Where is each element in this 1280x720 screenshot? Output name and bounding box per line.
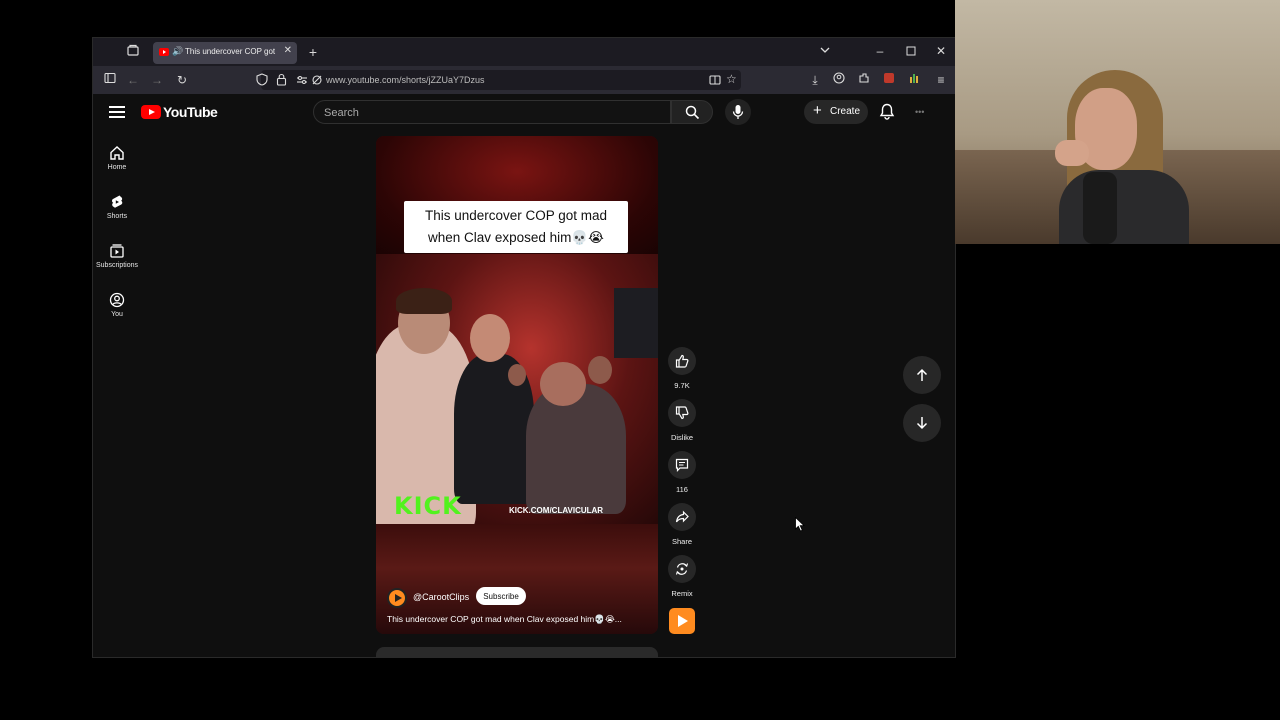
thumbs-down-icon bbox=[675, 406, 689, 420]
reload-icon[interactable]: ↻ bbox=[174, 72, 190, 88]
share-icon bbox=[675, 510, 689, 523]
arrow-down-icon bbox=[916, 417, 928, 430]
webcam-overlay bbox=[955, 0, 1280, 244]
next-short-preview[interactable] bbox=[376, 647, 658, 657]
like-button[interactable]: 9.7K bbox=[667, 347, 697, 390]
list-tabs-icon[interactable] bbox=[817, 44, 833, 60]
minimize-icon[interactable]: – bbox=[872, 43, 888, 59]
guide-menu-button[interactable] bbox=[109, 104, 125, 120]
home-icon bbox=[110, 146, 124, 160]
app-menu-icon[interactable]: ≡ bbox=[933, 72, 949, 88]
thumbs-up-icon bbox=[675, 354, 689, 368]
sidebar-item-shorts[interactable]: Shorts bbox=[93, 194, 141, 220]
webcam-person-body bbox=[1059, 170, 1189, 244]
new-tab-icon[interactable]: + bbox=[305, 44, 321, 60]
notifications-button[interactable] bbox=[879, 103, 895, 125]
browser-window: 🔊 This undercover COP got m ✕ + – ✕ ← → … bbox=[92, 37, 956, 658]
downloads-icon[interactable]: ⤓ bbox=[807, 72, 823, 88]
search-input[interactable] bbox=[324, 105, 654, 121]
youtube-page: YouTube + Create ••• Home Shorts bbox=[93, 94, 955, 657]
video-backdrop-sign bbox=[614, 288, 658, 358]
voice-search-button[interactable] bbox=[725, 99, 751, 125]
navigation-toolbar: ← → ↻ www.youtube.com/shorts/jZZUaY7Dzus… bbox=[93, 66, 955, 94]
video-person-head bbox=[588, 356, 612, 384]
tab-youtube-short[interactable]: 🔊 This undercover COP got m ✕ bbox=[153, 42, 297, 64]
channel-avatar[interactable] bbox=[387, 588, 407, 608]
video-person-head bbox=[508, 364, 526, 386]
address-bar[interactable]: www.youtube.com/shorts/jZZUaY7Dzus ☆ bbox=[256, 70, 741, 91]
video-person-head bbox=[540, 362, 586, 406]
shorts-video-player[interactable]: This undercover COP got mad when Clav ex… bbox=[376, 136, 658, 634]
reader-view-icon[interactable] bbox=[709, 73, 721, 91]
plus-icon: + bbox=[813, 102, 822, 119]
dislike-label: Dislike bbox=[670, 433, 694, 442]
previous-short-button[interactable] bbox=[903, 356, 941, 394]
video-person-head bbox=[470, 314, 510, 362]
kick-watermark: KICK bbox=[394, 492, 462, 520]
video-frame: KICK KICK.COM/CLAVICULAR bbox=[376, 254, 658, 524]
extension-bars-icon[interactable] bbox=[906, 72, 922, 88]
video-caption-overlay: This undercover COP got mad when Clav ex… bbox=[404, 201, 628, 253]
arrow-up-icon bbox=[916, 368, 928, 381]
permissions-icon[interactable] bbox=[296, 73, 308, 91]
short-title-text[interactable]: This undercover COP got mad when Clav ex… bbox=[387, 614, 647, 625]
microphone-icon bbox=[732, 105, 744, 119]
kick-url-watermark: KICK.COM/CLAVICULAR bbox=[509, 506, 604, 515]
share-button[interactable]: Share bbox=[667, 503, 697, 546]
subscriptions-icon bbox=[110, 244, 124, 258]
extensions-icon[interactable] bbox=[856, 72, 872, 88]
tab-manager-icon[interactable] bbox=[125, 44, 141, 60]
tab-title: This undercover COP got m bbox=[185, 47, 277, 56]
maximize-icon[interactable] bbox=[903, 44, 919, 60]
webcam-person-hand bbox=[1055, 140, 1089, 166]
comment-icon bbox=[675, 458, 689, 472]
tab-close-icon[interactable]: ✕ bbox=[284, 45, 292, 56]
comment-count: 116 bbox=[676, 485, 688, 494]
like-count: 9.7K bbox=[674, 381, 690, 390]
sidebar-item-subscriptions[interactable]: Subscriptions bbox=[93, 243, 141, 269]
create-button[interactable]: + Create bbox=[804, 100, 868, 124]
channel-name-link[interactable]: @CarootClips bbox=[413, 592, 469, 602]
sound-thumbnail[interactable] bbox=[669, 608, 695, 634]
you-icon bbox=[109, 292, 125, 308]
window-close-icon[interactable]: ✕ bbox=[933, 43, 949, 59]
share-label: Share bbox=[671, 537, 692, 546]
lock-icon[interactable] bbox=[276, 73, 287, 91]
subscribe-button[interactable]: Subscribe bbox=[476, 587, 526, 605]
dislike-button[interactable]: Dislike bbox=[667, 399, 697, 442]
extension-red-icon[interactable] bbox=[881, 72, 897, 88]
youtube-favicon-icon bbox=[159, 48, 169, 56]
back-icon[interactable]: ← bbox=[125, 72, 141, 88]
shield-icon[interactable] bbox=[256, 73, 268, 91]
webcam-microphone bbox=[1083, 172, 1117, 244]
url-text: www.youtube.com/shorts/jZZUaY7Dzus bbox=[326, 75, 485, 85]
search-box bbox=[313, 100, 671, 124]
youtube-play-icon bbox=[141, 105, 161, 119]
account-icon[interactable] bbox=[831, 72, 847, 88]
tab-bar: 🔊 This undercover COP got m ✕ + – ✕ bbox=[93, 38, 955, 66]
forward-icon[interactable]: → bbox=[149, 72, 165, 88]
video-person bbox=[526, 384, 626, 514]
remix-icon bbox=[675, 563, 689, 575]
video-person-hair bbox=[396, 288, 452, 314]
tracking-protection-icon[interactable] bbox=[311, 73, 323, 91]
sidebar-item-home[interactable]: Home bbox=[93, 145, 141, 171]
remix-label: Remix bbox=[671, 589, 693, 598]
speaker-icon[interactable]: 🔊 bbox=[172, 46, 183, 57]
sidebar-toggle-icon[interactable] bbox=[102, 72, 118, 88]
bell-icon bbox=[879, 103, 895, 120]
sidebar-item-you[interactable]: You bbox=[93, 292, 141, 318]
comments-button[interactable]: 116 bbox=[667, 451, 697, 494]
bookmark-star-icon[interactable]: ☆ bbox=[726, 72, 737, 86]
next-short-button[interactable] bbox=[903, 404, 941, 442]
shorts-icon bbox=[112, 195, 123, 208]
search-icon bbox=[685, 105, 700, 120]
remix-button[interactable]: Remix bbox=[667, 555, 697, 598]
search-button[interactable] bbox=[671, 100, 713, 124]
account-avatar[interactable]: ••• bbox=[915, 107, 924, 117]
